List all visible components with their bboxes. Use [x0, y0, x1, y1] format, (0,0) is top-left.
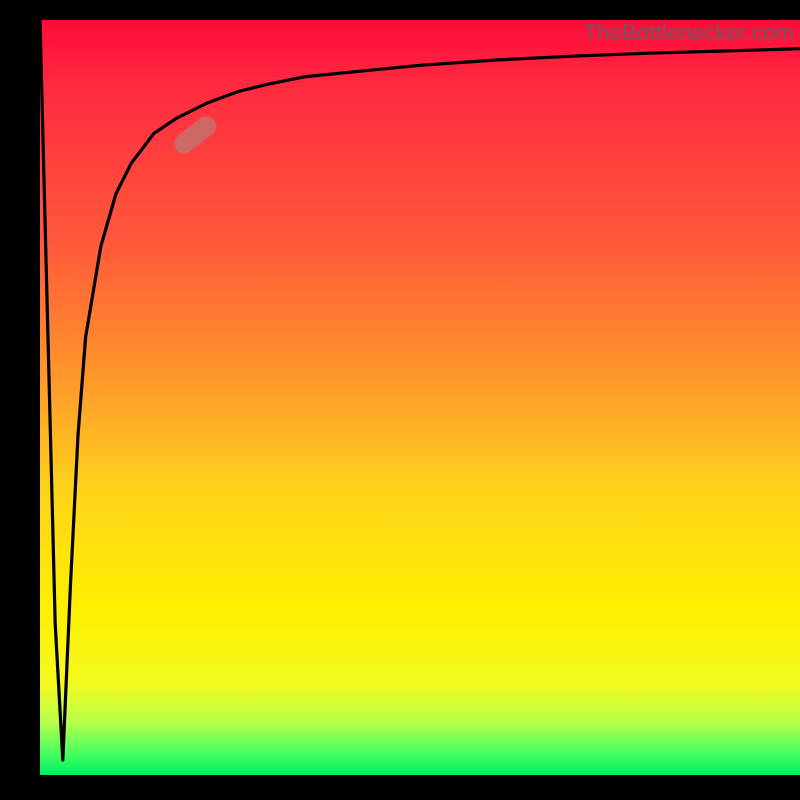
plot-area: TheBottlenecker.com [40, 20, 800, 775]
chart-canvas: TheBottlenecker.com [0, 0, 800, 800]
curve-path [40, 20, 800, 775]
